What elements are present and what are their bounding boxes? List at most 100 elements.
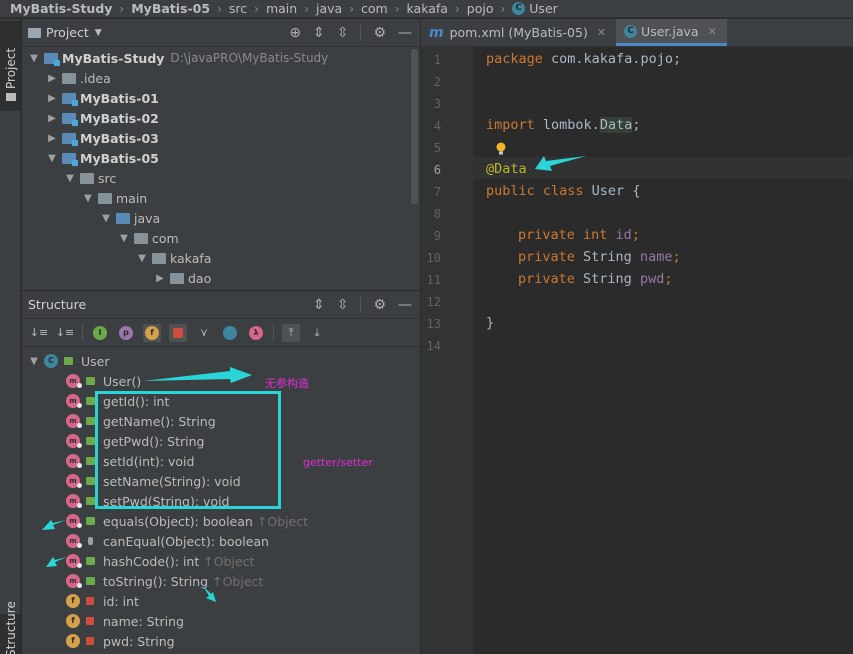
structure-item-label: id: int [103,593,139,609]
line-number: 6 [433,163,441,177]
chevron-right-icon: › [500,1,506,16]
collapse-all-icon[interactable]: ⇳ [337,25,349,41]
show-properties-icon[interactable]: p [117,324,135,342]
chevron-down-icon[interactable]: ▼ [82,193,94,204]
tree-item-src[interactable]: ▼ src [22,168,420,188]
module-folder-icon [62,112,78,126]
collapse-all-icon[interactable]: ⇳ [337,297,349,313]
gear-icon[interactable]: ⚙ [373,297,386,313]
structure-item[interactable]: f pwd: String [22,631,420,651]
tree-item-root[interactable]: ▼ MyBatis-Study D:\javaPRO\MyBatis-Study [22,48,420,68]
tree-item-dao[interactable]: ▶ dao [22,268,420,288]
getter-setter-note: getter/setter [303,456,373,469]
private-icon [86,597,94,605]
structure-item[interactable]: m toString(): String ↑Object [22,571,420,591]
module-folder-icon [44,52,60,66]
tree-item-path: D:\javaPRO\MyBatis-Study [170,51,329,65]
chevron-right-icon[interactable]: ▶ [46,73,58,84]
close-icon[interactable]: ✕ [708,25,717,38]
code-line: } [486,315,495,331]
chevron-down-icon[interactable]: ▼ [100,213,112,224]
tree-item-kakafa[interactable]: ▼ kakafa [22,248,420,268]
close-icon[interactable]: ✕ [597,26,606,39]
sort-by-visibility-icon[interactable]: ↓≡ [30,324,48,342]
public-icon [86,437,95,445]
show-anonymous-icon[interactable]: ⋎ [195,324,213,342]
tree-item-mybatis-03[interactable]: ▶ MyBatis-03 [22,128,420,148]
inherited-from: ↑Object [203,553,255,569]
show-inherited-icon[interactable]: I [91,324,109,342]
structure-tab-label: Structure [4,601,18,654]
chevron-right-icon[interactable]: ▶ [46,113,58,124]
tree-item-main[interactable]: ▼ main [22,188,420,208]
breadcrumb-pojo[interactable]: pojo [467,1,494,16]
method-icon: m [66,394,82,408]
structure-root[interactable]: ▼ C User [22,351,420,371]
project-panel-title[interactable]: Project [46,25,89,40]
minimize-icon[interactable]: — [398,25,412,41]
minimize-icon[interactable]: — [398,297,412,313]
expand-all-icon[interactable]: ⇕ [313,25,325,41]
sort-alphabetically-icon[interactable]: ↓≡ [56,324,74,342]
structure-item[interactable]: f name: String [22,611,420,631]
lightbulb-icon[interactable] [495,142,507,156]
structure-panel-title: Structure [28,297,87,312]
field-icon: f [66,594,80,608]
breadcrumb-class[interactable]: User [529,1,558,16]
tree-item-mybatis-05[interactable]: ▼ MyBatis-05 [22,148,420,168]
package-icon [134,232,148,244]
project-tree: ▼ MyBatis-Study D:\javaPRO\MyBatis-Study… [22,47,420,288]
scrollbar[interactable] [411,49,418,204]
chevron-down-icon[interactable]: ▼ [64,173,76,184]
breadcrumb-main[interactable]: main [266,1,297,16]
show-non-public-icon[interactable] [169,323,187,342]
structure-item[interactable]: m User() [22,371,420,391]
dropdown-caret-icon[interactable]: ▼ [95,28,102,38]
show-lambdas-icon[interactable] [221,324,239,342]
tree-item-mybatis-01[interactable]: ▶ MyBatis-01 [22,88,420,108]
tab-pom-xml[interactable]: m pom.xml (MyBatis-05) ✕ [421,19,616,46]
tree-item-java[interactable]: ▼ java [22,208,420,228]
structure-item[interactable]: m canEqual(Object): boolean [22,531,420,551]
expand-all-icon[interactable]: ⇕ [313,297,325,313]
breadcrumb: MyBatis-Study › MyBatis-05 › src › main › ja… [0,0,853,18]
breadcrumb-src[interactable]: src [229,1,247,16]
chevron-down-icon[interactable]: ▼ [136,253,148,264]
structure-item-label: name: String [103,613,184,629]
structure-item[interactable]: m hashCode(): int ↑Object [22,551,420,571]
chevron-right-icon[interactable]: ▶ [46,133,58,144]
chevron-down-icon[interactable]: ▼ [46,153,58,164]
chevron-down-icon[interactable]: ▼ [28,53,40,64]
breadcrumb-kakafa[interactable]: kakafa [407,1,448,16]
chevron-right-icon: › [119,1,125,16]
method-icon: m [66,574,82,588]
tree-item-idea[interactable]: ▶ .idea [22,68,420,88]
structure-item[interactable]: m equals(Object): boolean ↑Object [22,511,420,531]
structure-item[interactable]: f id: int [22,591,420,611]
tab-user-java[interactable]: C User.java ✕ [616,19,727,46]
breadcrumb-com[interactable]: com [361,1,388,16]
tree-item-label: MyBatis-02 [80,110,159,126]
tree-item-mybatis-02[interactable]: ▶ MyBatis-02 [22,108,420,128]
chevron-right-icon[interactable]: ▶ [46,93,58,104]
project-panel: Project ▼ ⊕ ⇕ ⇳ ⚙ — ▼ MyBatis-Study D:\j… [22,19,420,290]
chevron-down-icon[interactable]: ▼ [118,233,130,244]
gear-icon[interactable]: ⚙ [373,25,386,41]
breadcrumb-java[interactable]: java [316,1,342,16]
breadcrumb-module[interactable]: MyBatis-05 [131,1,210,16]
folder-icon [98,192,112,204]
breadcrumb-project[interactable]: MyBatis-Study [10,1,112,16]
autoscroll-from-source-icon[interactable]: ⤓ [308,324,326,342]
package-icon [152,252,166,264]
code-editor[interactable]: 1 2 3 4 5 6 7 8 9 10 11 12 13 14 package… [421,47,853,654]
show-fields-icon[interactable]: f [143,323,161,342]
structure-panel-header: Structure ⇕ ⇳ ⚙ — [22,291,420,319]
folder-icon [62,72,76,84]
show-lambda-icon[interactable]: λ [247,324,265,342]
chevron-right-icon[interactable]: ▶ [154,273,166,284]
locate-icon[interactable]: ⊕ [289,25,301,41]
chevron-down-icon[interactable]: ▼ [28,356,40,367]
autoscroll-to-source-icon[interactable]: ⤒ [282,323,300,342]
tree-item-com[interactable]: ▼ com [22,228,420,248]
folder-icon [28,27,41,38]
